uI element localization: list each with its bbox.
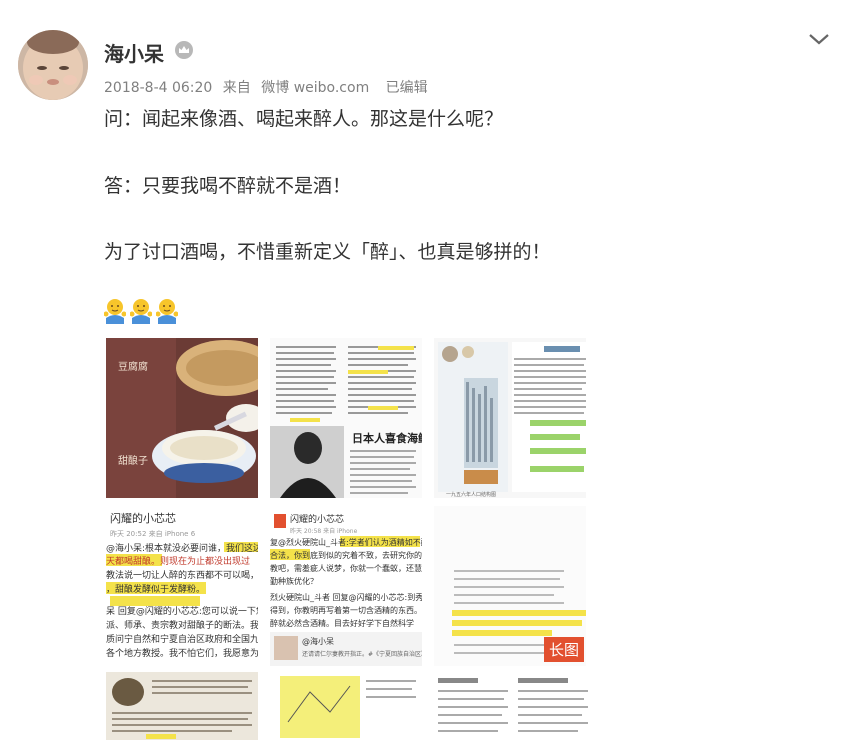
shrug-emoji-icon (156, 299, 178, 324)
post-image-9[interactable] (434, 672, 594, 740)
shrug-emoji-icon (104, 299, 126, 324)
post-timestamp[interactable]: 2018-8-4 06:20 (104, 80, 212, 96)
user-avatar[interactable] (18, 30, 88, 100)
post-image-2[interactable]: 日本人喜食海鲜 (270, 338, 422, 498)
post-image-8[interactable] (270, 672, 422, 740)
svg-text:勤种族优化？: 勤种族优化？ (270, 576, 318, 586)
post-image-1[interactable]: 豆腐腐 甜酿子 (106, 338, 258, 498)
svg-text:教吧，需羞疵人说梦，你就一个蠢蚁，还慧学: 教吧，需羞疵人说梦，你就一个蠢蚁，还慧学 (270, 563, 422, 573)
svg-text:教法说一切让人醉的东西都不可以喝，: 教法说一切让人醉的东西都不可以喝， (106, 569, 258, 581)
post-text-line-3: 为了讨口酒喝，不惜重新定义「醉」、也真是够拼的！ (104, 241, 551, 263)
baby-face-avatar-image (18, 30, 88, 100)
post-image-4[interactable]: 闪耀的小芯芯 昨天 20:52 来自 iPhone 6 @海小呆:根本就没必要问… (106, 506, 258, 666)
svg-text:复@烈火硬院山_斗者:学者们认为酒精如不醉人: 复@烈火硬院山_斗者:学者们认为酒精如不醉人 (270, 537, 422, 547)
svg-text:天都喝甜酿。则现在为止都没出现过: 天都喝甜酿。则现在为止都没出现过 (106, 555, 250, 567)
source-prefix: 来自 (222, 80, 251, 96)
svg-text:醉就必然含酒精。目去好好学下自然科学: 醉就必然含酒精。目去好好学下自然科学 (270, 618, 414, 628)
svg-text:派、师承、责宗教对甜酿子的断法。我可: 派、师承、责宗教对甜酿子的断法。我可 (106, 619, 258, 631)
long-image-badge: 长图 (543, 637, 584, 662)
svg-text:合法，你到底到似的究着不致，去研究你的看: 合法，你到底到似的究着不致，去研究你的看 (270, 550, 422, 560)
post-text-line-1: 问：闻起来像酒、喝起来醉人。那这是什么呢？ (104, 108, 504, 130)
svg-text:闪耀的小芯芯: 闪耀的小芯芯 (110, 511, 176, 525)
username[interactable]: 海小呆 (104, 38, 164, 67)
edited-label[interactable]: 已编辑 (386, 80, 428, 96)
svg-text:闪耀的小芯芯: 闪耀的小芯芯 (290, 513, 344, 525)
svg-text:呆 回复@闪耀的小芯芯:您可以说一下您的: 呆 回复@闪耀的小芯芯:您可以说一下您的 (106, 605, 258, 617)
post-source[interactable]: 微博 weibo.com (261, 80, 369, 96)
svg-text:质问宁自然和宁夏自治区政府和全国九省: 质问宁自然和宁夏自治区政府和全国九省 (106, 633, 258, 645)
svg-text:还请请仁尔妻教开指正。#《宁夏回族自治区》: 还请请仁尔妻教开指正。#《宁夏回族自治区》 (302, 650, 422, 658)
svg-text:一九五六年人口结构图: 一九五六年人口结构图 (446, 491, 496, 498)
svg-text:豆腐腐: 豆腐腐 (118, 360, 148, 373)
svg-text:@海小呆:根本就没必要问谁，我们这边: @海小呆:根本就没必要问谁，我们这边 (106, 542, 258, 554)
svg-text:甜酿子: 甜酿子 (118, 454, 148, 467)
post-meta: 2018-8-4 06:20 来自 微博 weibo.com 已编辑 (104, 77, 434, 97)
svg-text:昨天 20:52 来自 iPhone 6: 昨天 20:52 来自 iPhone 6 (110, 529, 196, 538)
shrug-emoji-icon (130, 299, 152, 324)
chevron-down-icon[interactable] (806, 30, 832, 48)
post-image-6[interactable]: 长图 (434, 506, 586, 666)
post-text-line-2: 答：只要我喝不醉就不是酒！ (104, 175, 352, 197)
svg-text:烈火硬院山_斗者 回复@闪耀的小芯芯:到秀你的智: 烈火硬院山_斗者 回复@闪耀的小芯芯:到秀你的智 (270, 592, 422, 602)
svg-text:日本人喜食海鲜: 日本人喜食海鲜 (352, 431, 422, 445)
svg-text:得到，你教明再写着第一切含酒精的东西。任何: 得到，你教明再写着第一切含酒精的东西。任何 (270, 605, 422, 615)
svg-text:昨天 20:58 来自 iPhone: 昨天 20:58 来自 iPhone (290, 527, 358, 535)
post-image-5[interactable]: 闪耀的小芯芯 昨天 20:58 来自 iPhone 复@烈火硬院山_斗者:学者们… (270, 506, 422, 666)
svg-text:，甜酿发酵似于发酵粉。: ，甜酿发酵似于发酵粉。 (106, 583, 205, 595)
svg-text:@海小呆: @海小呆 (302, 636, 334, 646)
post-image-7[interactable] (106, 672, 258, 740)
post-image-3[interactable]: 一九五六年人口结构图 (434, 338, 586, 498)
svg-text:各个地方教授。我不怕它们，我愿意为您: 各个地方教授。我不怕它们，我愿意为您 (106, 647, 258, 659)
member-crown-icon[interactable] (174, 40, 194, 60)
